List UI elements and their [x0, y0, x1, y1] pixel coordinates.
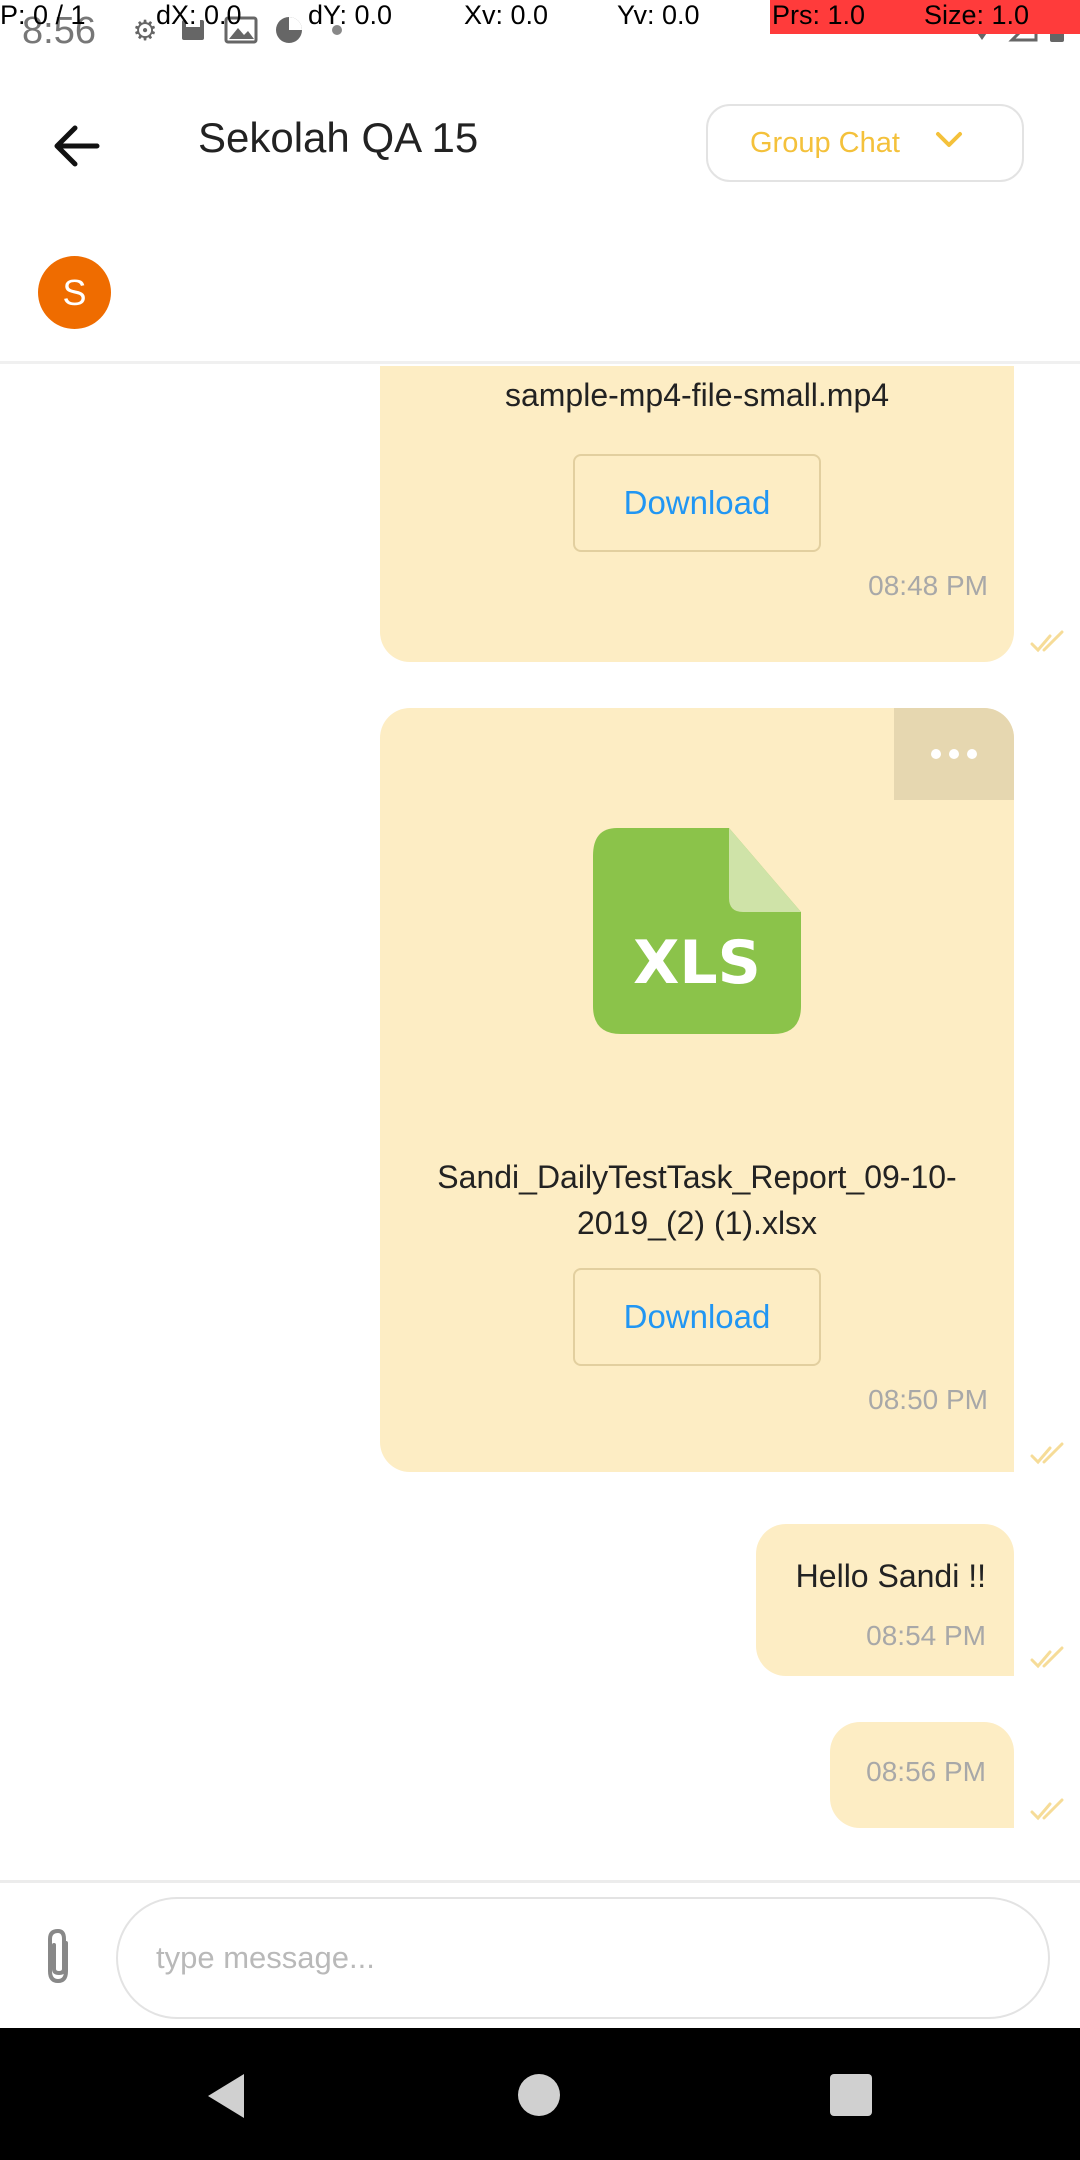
status-bar: 8:56 ⚙ P: 0 / 1 dX: 0.0 dY: 0.0 Xv: 0.0 … — [0, 0, 1080, 64]
read-receipt-icon — [1030, 1646, 1064, 1669]
chevron-down-icon — [936, 132, 962, 147]
back-button[interactable] — [44, 114, 108, 178]
message-time: 08:54 PM — [866, 1620, 986, 1651]
download-button[interactable]: Download — [573, 1268, 821, 1366]
xls-file-icon: XLS — [593, 828, 801, 1034]
chat-header: Sekolah QA 15 Group Chat — [0, 64, 1080, 222]
page-title: Sekolah QA 15 — [198, 114, 479, 161]
attach-button[interactable] — [34, 1927, 84, 1987]
system-navigation-bar — [0, 2028, 1080, 2160]
dot-icon — [949, 749, 959, 759]
message-bubble-file: sample-mp4-file-small.mp4 Download 08:48… — [380, 366, 1014, 662]
message-bubble-file: XLS Sandi_DailyTestTask_Report_09-10- 20… — [380, 708, 1014, 1472]
participants-bar: S — [0, 222, 1080, 364]
message-bubble-text: 08:56 PM — [830, 1722, 1014, 1828]
file-name: sample-mp4-file-small.mp4 — [504, 377, 890, 413]
message-composer — [0, 1880, 1080, 2028]
download-button[interactable]: Download — [573, 454, 821, 552]
message-time: 08:48 PM — [868, 570, 988, 601]
arrow-left-icon — [54, 125, 100, 167]
read-receipt-icon — [1030, 1442, 1064, 1465]
paperclip-icon — [48, 1928, 68, 1984]
pointer-debug-overlay: P: 0 / 1 dX: 0.0 dY: 0.0 Xv: 0.0 Yv: 0.0… — [0, 0, 1080, 34]
file-name: Sandi_DailyTestTask_Report_09-10- 2019_(… — [380, 1154, 1014, 1246]
message-time: 08:56 PM — [866, 1756, 986, 1787]
debug-xv: Xv: 0.0 — [464, 0, 549, 30]
avatar[interactable]: S — [38, 256, 111, 329]
chat-type-dropdown[interactable]: Group Chat — [706, 104, 1024, 182]
message-input[interactable] — [116, 1897, 1050, 2019]
nav-back-icon[interactable] — [204, 2072, 248, 2120]
file-name-line: Sandi_DailyTestTask_Report_09-10- — [437, 1159, 957, 1195]
message-text: Hello Sandi !! — [795, 1558, 986, 1594]
debug-yv: Yv: 0.0 — [617, 0, 700, 30]
read-receipt-icon — [1030, 630, 1064, 653]
debug-pointer: P: 0 / 1 — [0, 0, 86, 30]
debug-dy: dY: 0.0 — [308, 0, 393, 30]
debug-pressure: Prs: 1.0 — [770, 0, 922, 34]
read-receipt-icon — [1030, 1798, 1064, 1821]
more-options-button[interactable] — [894, 708, 1014, 800]
chat-messages[interactable]: sample-mp4-file-small.mp4 Download 08:48… — [0, 366, 1080, 1880]
message-bubble-text: Hello Sandi !! 08:54 PM — [756, 1524, 1014, 1676]
debug-dx: dX: 0.0 — [156, 0, 242, 30]
dot-icon — [967, 749, 977, 759]
message-time: 08:50 PM — [868, 1384, 988, 1415]
debug-size: Size: 1.0 — [922, 0, 1080, 34]
file-name-line: 2019_(2) (1).xlsx — [576, 1205, 818, 1241]
xls-badge: XLS — [633, 928, 761, 998]
nav-recents-icon[interactable] — [830, 2074, 872, 2116]
dot-icon — [931, 749, 941, 759]
chat-type-label: Group Chat — [750, 126, 900, 159]
nav-home-icon[interactable] — [518, 2074, 560, 2116]
